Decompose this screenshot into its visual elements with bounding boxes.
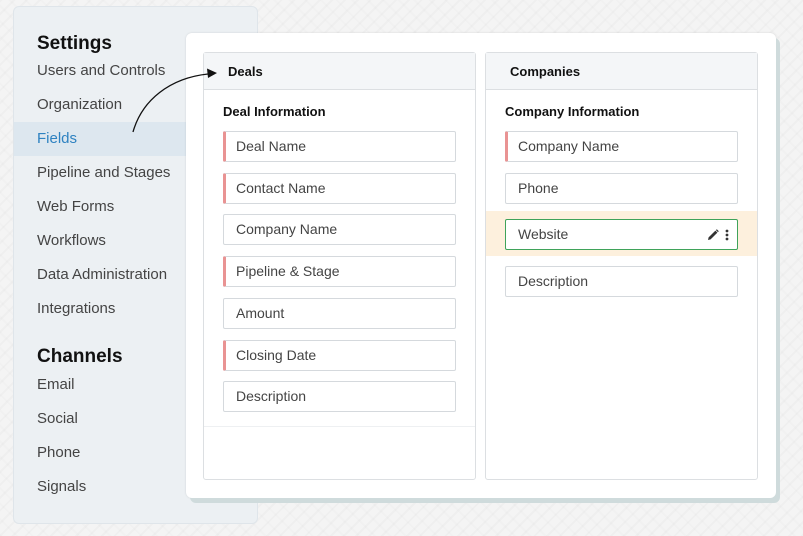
- divider: [204, 426, 475, 427]
- sidebar-item-web-forms[interactable]: Web Forms: [14, 190, 187, 224]
- company-field-company-name[interactable]: Company Name: [505, 131, 738, 162]
- company-field-phone[interactable]: Phone: [505, 173, 738, 204]
- fields-panel: Deals Deal Information Deal Name Contact…: [186, 33, 776, 498]
- sidebar-item-fields[interactable]: Fields: [14, 122, 187, 156]
- deal-field-contact-name[interactable]: Contact Name: [223, 173, 456, 204]
- sidebar-item-workflows[interactable]: Workflows: [14, 224, 187, 258]
- sidebar-item-phone[interactable]: Phone: [14, 436, 187, 470]
- sidebar-item-users-and-controls[interactable]: Users and Controls: [14, 54, 187, 88]
- sidebar-item-email[interactable]: Email: [14, 368, 187, 402]
- deals-module: Deals Deal Information Deal Name Contact…: [203, 52, 476, 480]
- company-field-website[interactable]: Website: [505, 219, 738, 250]
- sidebar-item-data-administration[interactable]: Data Administration: [14, 258, 187, 292]
- pencil-icon[interactable]: [707, 228, 719, 241]
- deal-information-heading: Deal Information: [223, 104, 326, 119]
- sidebar-item-signals[interactable]: Signals: [14, 470, 187, 504]
- deal-field-pipeline-stage[interactable]: Pipeline & Stage: [223, 256, 456, 287]
- company-information-heading: Company Information: [505, 104, 640, 119]
- company-field-description[interactable]: Description: [505, 266, 738, 297]
- field-actions: [707, 220, 729, 249]
- deal-field-closing-date[interactable]: Closing Date: [223, 340, 456, 371]
- deal-field-company-name[interactable]: Company Name: [223, 214, 456, 245]
- sidebar-item-organization[interactable]: Organization: [14, 88, 187, 122]
- settings-title: Settings: [37, 33, 112, 54]
- sidebar-item-pipeline-and-stages[interactable]: Pipeline and Stages: [14, 156, 187, 190]
- sidebar-item-social[interactable]: Social: [14, 402, 187, 436]
- companies-module-title: Companies: [486, 53, 757, 90]
- more-vertical-icon[interactable]: [725, 229, 729, 241]
- company-field-website-label: Website: [518, 226, 569, 242]
- sidebar-item-integrations[interactable]: Integrations: [14, 292, 187, 326]
- deal-field-amount[interactable]: Amount: [223, 298, 456, 329]
- channels-title: Channels: [37, 346, 123, 367]
- deal-field-description[interactable]: Description: [223, 381, 456, 412]
- companies-module: Companies Company Information Company Na…: [485, 52, 758, 480]
- deals-module-title: Deals: [204, 53, 475, 90]
- deal-field-deal-name[interactable]: Deal Name: [223, 131, 456, 162]
